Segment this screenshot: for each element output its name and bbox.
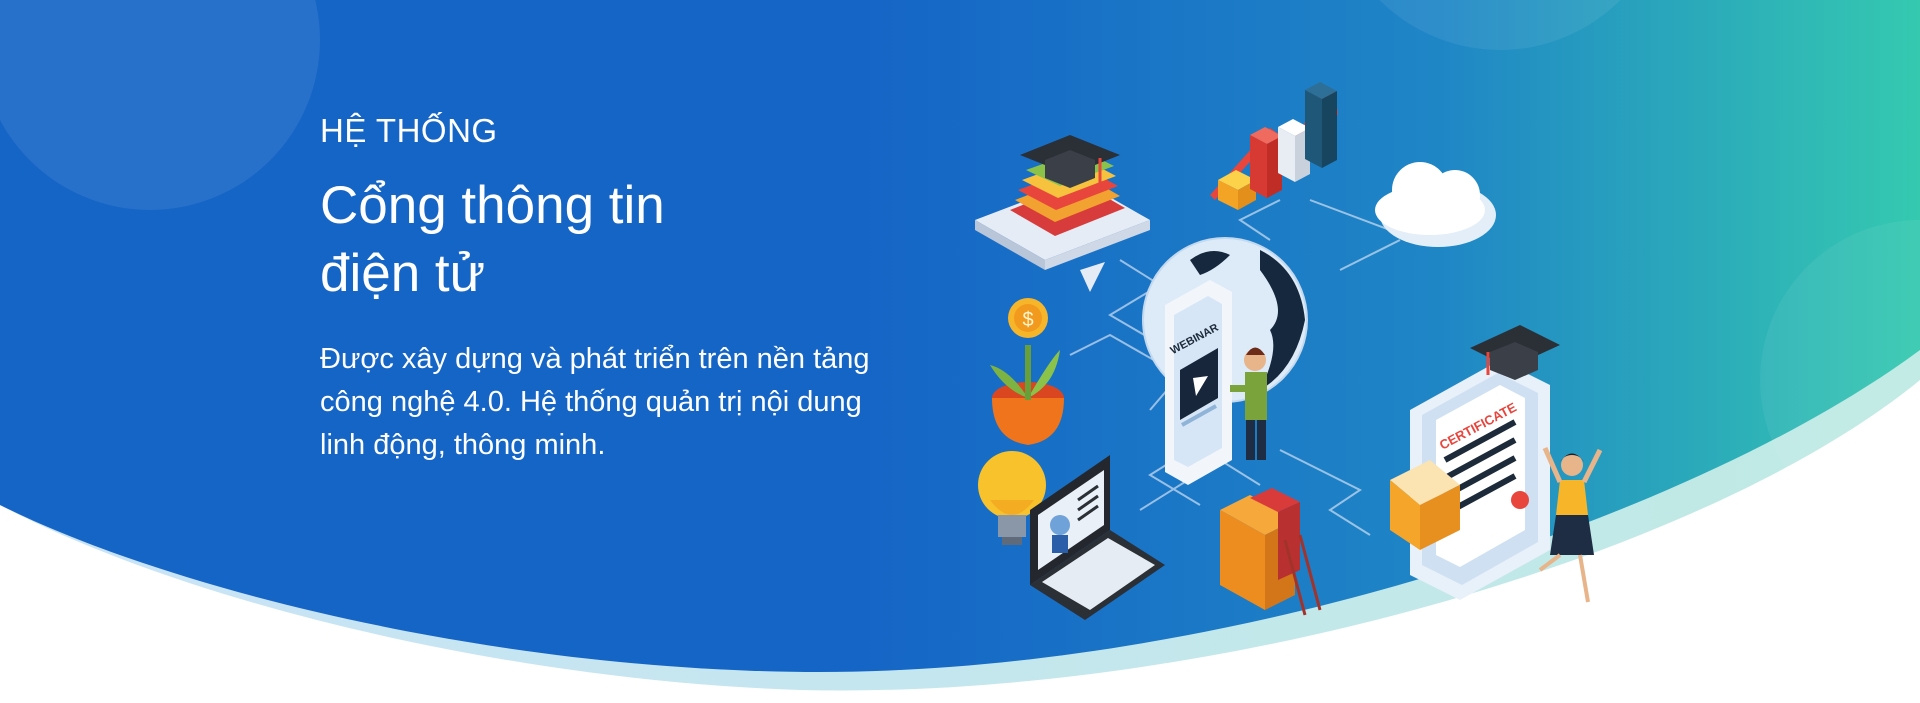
folders-icon — [1220, 488, 1322, 616]
books-tablet-icon — [975, 135, 1150, 292]
laptop-icon — [1030, 455, 1165, 620]
bar-chart-icon — [1210, 82, 1338, 210]
hero-description-line-3: linh động, thông minh. — [320, 429, 606, 461]
webinar-phone-icon: WEBINAR — [1165, 280, 1232, 485]
cloud-icon — [1375, 162, 1496, 247]
hero-eyebrow: HỆ THỐNG — [320, 112, 498, 149]
certificate-tablet-icon: CERTIFICATE — [1390, 325, 1560, 600]
hero-description-line-1: Được xây dựng và phát triển trên nền tản… — [320, 343, 870, 375]
hero-text: HỆ THỐNG Cổng thông tin điện tử Được xây… — [320, 112, 940, 467]
hero-title-line-2: điện tử — [320, 244, 486, 303]
hero-description: Được xây dựng và phát triển trên nền tản… — [320, 338, 940, 467]
hero-banner: HỆ THỐNG Cổng thông tin điện tử Được xây… — [0, 0, 1920, 703]
svg-text:$: $ — [1022, 309, 1033, 331]
hero-title-line-1: Cổng thông tin — [320, 176, 665, 235]
hero-description-line-2: công nghệ 4.0. Hệ thống quản trị nội dun… — [320, 386, 862, 418]
money-plant-icon: $ — [990, 298, 1064, 445]
hero-title: Cổng thông tin điện tử — [320, 172, 940, 308]
e-learning-illustration: $ WEBINAR CERTIFICATE — [975, 82, 1603, 620]
